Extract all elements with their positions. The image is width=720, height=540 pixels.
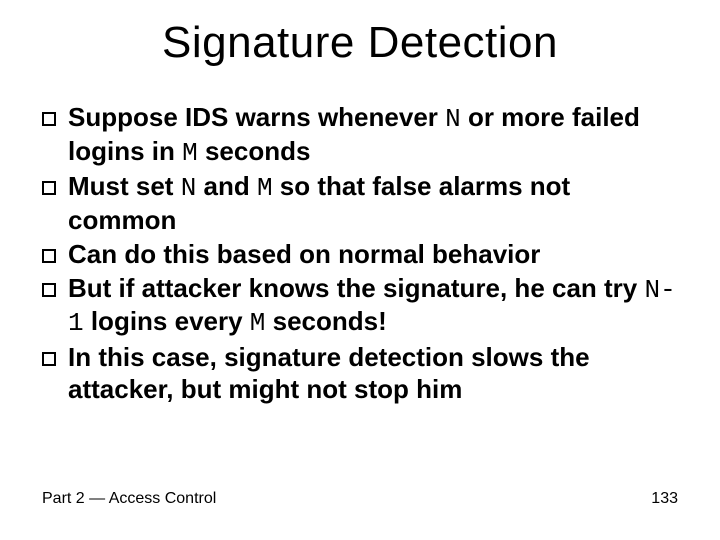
bullet-marker-icon [42,112,56,126]
list-item-text: Can do this based on normal behavior [68,239,540,271]
list-item-text: Suppose IDS warns whenever N or more fai… [68,102,678,169]
page-title: Signature Detection [0,18,720,68]
footer-left: Part 2 — Access Control [42,490,216,508]
page-number: 133 [651,490,678,508]
list-item: In this case, signature detection slows … [42,342,678,405]
list-item: Can do this based on normal behavior [42,239,678,271]
bullet-marker-icon [42,181,56,195]
list-item-text: But if attacker knows the signature, he … [68,273,678,340]
list-item: Suppose IDS warns whenever N or more fai… [42,102,678,169]
list-item: Must set N and M so that false alarms no… [42,171,678,236]
slide: Signature Detection Suppose IDS warns wh… [0,0,720,540]
list-item: But if attacker knows the signature, he … [42,273,678,340]
bullet-marker-icon [42,352,56,366]
bullet-marker-icon [42,283,56,297]
bullet-list: Suppose IDS warns whenever N or more fai… [42,102,678,407]
list-item-text: In this case, signature detection slows … [68,342,678,405]
list-item-text: Must set N and M so that false alarms no… [68,171,678,236]
bullet-marker-icon [42,249,56,263]
